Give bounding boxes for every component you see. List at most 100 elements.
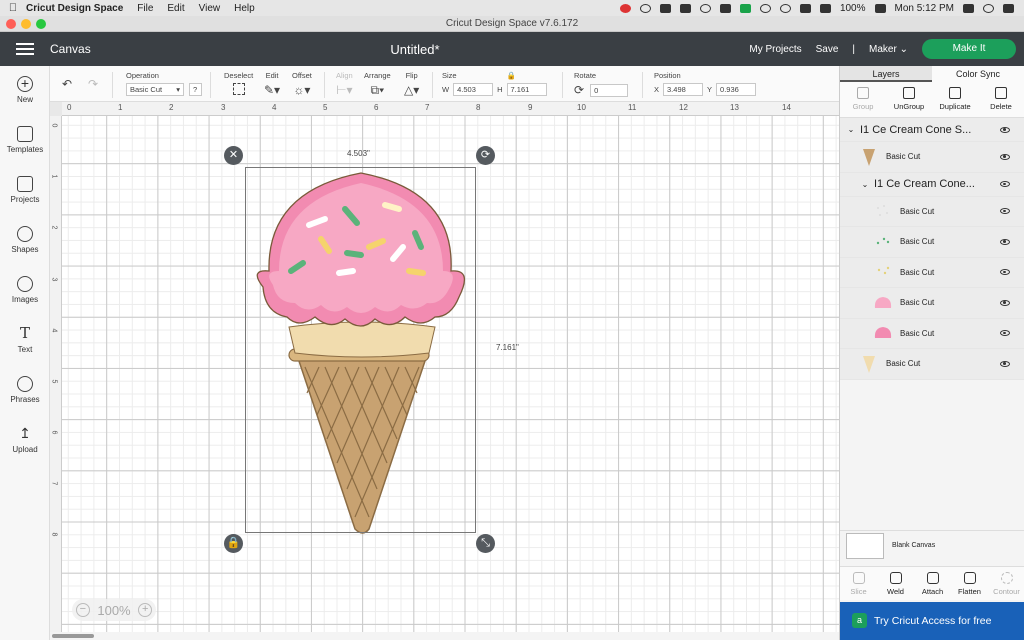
scroll-thumb[interactable]: [52, 634, 94, 638]
lock-icon[interactable]: 🔒: [507, 71, 516, 80]
zoom-in-button[interactable]: +: [138, 603, 153, 617]
menu-app-name[interactable]: Cricut Design Space: [26, 3, 123, 14]
operation-help-button[interactable]: ?: [189, 83, 202, 96]
layer-group[interactable]: ⌄ I1 Ce Cream Cone S...: [840, 118, 1024, 142]
eye-icon[interactable]: [1000, 360, 1010, 367]
facetime-icon[interactable]: [659, 3, 671, 13]
ruler-tick: 13: [730, 103, 739, 112]
cricut-tray-icon[interactable]: [739, 3, 751, 13]
tool-phrases[interactable]: Phrases: [0, 376, 50, 404]
pen-icon: ✎▾: [264, 83, 281, 97]
tool-projects[interactable]: Projects: [0, 176, 50, 204]
eye-icon[interactable]: [1000, 181, 1010, 187]
layer-item[interactable]: Basic Cut: [840, 196, 1024, 227]
cricut-access-banner[interactable]: a Try Cricut Access for free: [840, 602, 1024, 640]
record-icon[interactable]: [619, 3, 631, 13]
time-machine-icon[interactable]: [759, 3, 771, 13]
zoom-out-button[interactable]: −: [75, 603, 90, 617]
edit-group[interactable]: Edit ✎▾: [264, 71, 280, 97]
layer-item[interactable]: Basic Cut: [840, 349, 1024, 380]
ungroup-button[interactable]: UnGroup: [886, 82, 932, 117]
eye-icon[interactable]: [1000, 330, 1010, 337]
lock-handle-icon[interactable]: 🔒: [224, 534, 243, 553]
y-input[interactable]: 0.936: [716, 83, 757, 96]
blank-canvas-row[interactable]: Blank Canvas: [840, 530, 1024, 560]
undo-icon[interactable]: ↶: [62, 77, 72, 91]
apple-icon[interactable]: : [0, 2, 26, 14]
upload-status-icon[interactable]: [719, 3, 731, 13]
chevron-down-icon[interactable]: ⌄: [860, 180, 870, 189]
wifi-icon[interactable]: [799, 3, 811, 13]
search-icon[interactable]: [963, 3, 974, 13]
tool-label: Text: [17, 345, 33, 354]
height-input[interactable]: 7.161: [506, 83, 547, 96]
eye-icon[interactable]: [1000, 208, 1010, 215]
flip-group[interactable]: Flip △▾: [404, 71, 419, 97]
bluetooth-icon[interactable]: [779, 3, 791, 13]
rotate-handle-icon[interactable]: ⟳: [476, 146, 495, 165]
resize-handle-icon[interactable]: ⤡: [476, 534, 495, 553]
layer-item[interactable]: Basic Cut: [840, 288, 1024, 319]
tool-text[interactable]: T Text: [0, 326, 50, 355]
volume-icon[interactable]: [819, 3, 831, 13]
layer-group[interactable]: ⌄ I1 Ce Cream Cone...: [840, 172, 1024, 197]
menu-view[interactable]: View: [199, 3, 221, 14]
attach-button[interactable]: Attach: [914, 567, 951, 600]
make-it-button[interactable]: Make It: [922, 39, 1016, 59]
slice-button[interactable]: Slice: [840, 567, 877, 600]
flatten-button[interactable]: Flatten: [951, 567, 988, 600]
siri-icon[interactable]: [983, 3, 994, 13]
menu-extra-icon[interactable]: [679, 3, 691, 13]
align-group[interactable]: Align ⊢▾: [336, 71, 353, 97]
layer-item[interactable]: Basic Cut: [840, 142, 1024, 173]
rotate-input[interactable]: 0: [590, 83, 629, 97]
layer-item[interactable]: Basic Cut: [840, 318, 1024, 349]
redo-icon[interactable]: ↷: [88, 77, 98, 91]
tool-new[interactable]: + New: [0, 76, 50, 104]
ruler-tick: 7: [425, 103, 430, 112]
tab-layers[interactable]: Layers: [840, 66, 932, 82]
arrange-group[interactable]: Arrange ⧉▾: [364, 71, 391, 97]
width-input[interactable]: 4.503: [453, 83, 494, 96]
battery-percent[interactable]: 100%: [840, 3, 866, 14]
drive-icon[interactable]: [699, 3, 711, 13]
minimize-window-button[interactable]: [21, 19, 31, 29]
delete-button[interactable]: Delete: [978, 82, 1024, 117]
battery-icon[interactable]: [874, 3, 886, 13]
horizontal-scrollbar[interactable]: [50, 632, 839, 640]
status-ring-icon[interactable]: [639, 3, 651, 13]
ruler-tick: 8: [476, 103, 481, 112]
control-center-icon[interactable]: [1003, 3, 1014, 13]
close-window-button[interactable]: [6, 19, 16, 29]
contour-button[interactable]: Contour: [988, 567, 1024, 600]
eye-icon[interactable]: [1000, 153, 1010, 160]
duplicate-button[interactable]: Duplicate: [932, 82, 978, 117]
eye-icon[interactable]: [1000, 126, 1010, 133]
tab-color-sync[interactable]: Color Sync: [932, 66, 1024, 82]
tool-shapes[interactable]: Shapes: [0, 226, 50, 254]
tool-templates[interactable]: Templates: [0, 126, 50, 154]
machine-select[interactable]: Maker ⌄: [869, 44, 908, 55]
layer-item[interactable]: Basic Cut: [840, 227, 1024, 258]
eye-icon[interactable]: [1000, 269, 1010, 276]
menu-help[interactable]: Help: [234, 3, 255, 14]
menu-file[interactable]: File: [137, 3, 153, 14]
layer-item[interactable]: Basic Cut: [840, 257, 1024, 288]
design-canvas[interactable]: ✕ ⟳ 🔒 ⤡ 4.503" 7.161" − 100% +: [62, 116, 839, 632]
group-button[interactable]: Group: [840, 82, 886, 117]
offset-group[interactable]: Offset ☼▾: [292, 71, 312, 97]
delete-handle-close-icon[interactable]: ✕: [224, 146, 243, 165]
eye-icon[interactable]: [1000, 238, 1010, 245]
x-input[interactable]: 3.498: [663, 83, 704, 96]
menu-clock[interactable]: Mon 5:12 PM: [895, 3, 954, 14]
weld-button[interactable]: Weld: [877, 567, 914, 600]
tool-upload[interactable]: ↥ Upload: [0, 426, 50, 454]
zoom-window-button[interactable]: [36, 19, 46, 29]
operation-select[interactable]: Basic Cut ▾: [126, 83, 184, 96]
menu-edit[interactable]: Edit: [167, 3, 184, 14]
chevron-down-icon[interactable]: ⌄: [846, 125, 856, 134]
deselect-group[interactable]: Deselect: [224, 71, 253, 95]
tool-images[interactable]: Images: [0, 276, 50, 304]
blank-canvas-swatch[interactable]: [846, 532, 884, 559]
eye-icon[interactable]: [1000, 299, 1010, 306]
